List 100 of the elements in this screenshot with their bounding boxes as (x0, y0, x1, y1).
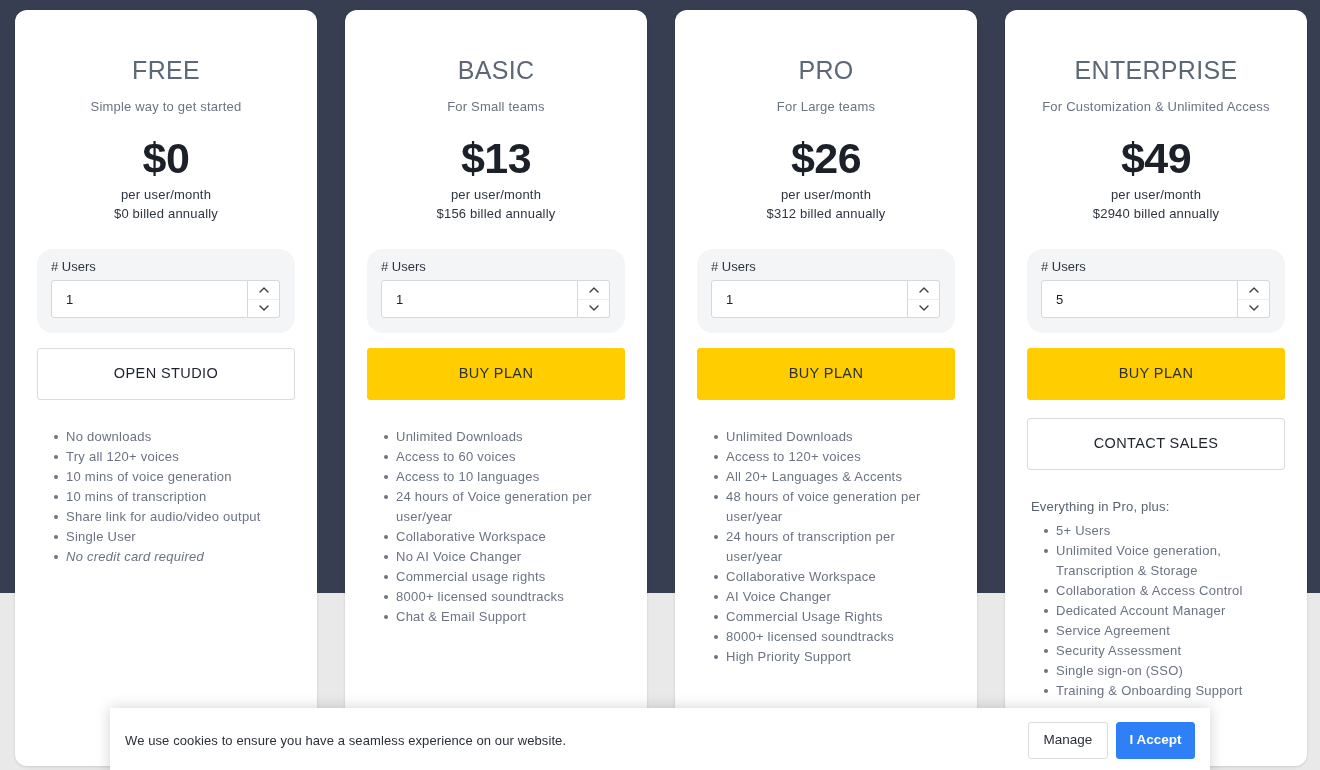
outline-button[interactable]: OPEN STUDIO (37, 348, 295, 400)
chevron-up-icon (588, 286, 599, 293)
feature-text: 24 hours of Voice generation per user/year (396, 488, 593, 526)
feature-text: Collaboration & Access Control (1056, 582, 1243, 600)
plan-name: BASIC (457, 55, 535, 86)
chevron-up-icon (1248, 286, 1259, 293)
bullet-icon (1044, 589, 1048, 593)
feature-text: 8000+ licensed soundtracks (396, 588, 565, 606)
bullet-icon (384, 475, 388, 479)
buy-plan-button[interactable]: BUY PLAN (1027, 348, 1285, 400)
feature-text: No credit card required (66, 548, 204, 566)
feature-text: AI Voice Changer (726, 588, 832, 606)
bullet-icon (384, 535, 388, 539)
users-input[interactable]: 1 (381, 280, 578, 318)
bullet-icon (1044, 629, 1048, 633)
bullet-icon (1044, 689, 1048, 693)
feature-text: 24 hours of transcription per user/year (726, 528, 897, 566)
bullet-icon (1044, 669, 1048, 673)
bullet-icon (54, 455, 58, 459)
bullet-icon (714, 435, 718, 439)
users-label: # Users (1041, 258, 1086, 276)
chevron-up-icon (918, 286, 929, 293)
bullet-icon (714, 455, 718, 459)
chevron-down-icon (588, 305, 599, 312)
bullet-icon (714, 475, 718, 479)
feature-text: Dedicated Account Manager (1056, 602, 1226, 620)
buy-plan-button[interactable]: BUY PLAN (697, 348, 955, 400)
feature-text: Unlimited Voice generation, Transcription & Storage (1056, 542, 1222, 580)
feature-text: Chat & Email Support (396, 608, 526, 626)
chevron-up-icon (258, 286, 269, 293)
feature-text: Access to 10 languages (396, 468, 540, 486)
feature-text: Access to 120+ voices (726, 448, 861, 466)
users-label: # Users (381, 258, 426, 276)
feature-text: Collaborative Workspace (396, 528, 547, 546)
plan-name: ENTERPRISE (1074, 55, 1238, 86)
bullet-icon (384, 575, 388, 579)
chevron-down-icon (918, 305, 929, 312)
feature-text: Single sign-on (SSO) (1056, 662, 1184, 680)
users-label: # Users (51, 258, 96, 276)
bullet-icon (54, 555, 58, 559)
accept-button[interactable]: I Accept (1116, 722, 1195, 759)
bullet-icon (1044, 529, 1048, 533)
bullet-icon (384, 615, 388, 619)
feature-text: 10 mins of voice generation (66, 468, 232, 486)
cookie-message: We use cookies to ensure you have a seamless experience on our website. (125, 731, 567, 750)
price: $26 (790, 134, 862, 182)
features-intro: Everything in Pro, plus: (1031, 498, 1170, 516)
bullet-icon (384, 595, 388, 599)
feature-text: Commercial Usage Rights (726, 608, 883, 626)
bullet-icon (714, 635, 718, 639)
annual-billing: $312 billed annually (766, 205, 886, 223)
bullet-icon (714, 535, 718, 539)
plan-tagline: For Large teams (776, 98, 876, 116)
feature-text: High Priority Support (726, 648, 852, 666)
plan-tagline: For Small teams (447, 98, 545, 116)
annual-billing: $2940 billed annually (1092, 205, 1220, 223)
feature-text: Unlimited Downloads (396, 428, 523, 446)
buy-plan-button[interactable]: BUY PLAN (367, 348, 625, 400)
feature-text: Share link for audio/video output (66, 508, 261, 526)
feature-text: All 20+ Languages & Accents (726, 468, 903, 486)
chevron-down-icon (1248, 305, 1259, 312)
users-input[interactable]: 1 (711, 280, 908, 318)
bullet-icon (1044, 549, 1048, 553)
feature-text: 5+ Users (1056, 522, 1111, 540)
bullet-icon (714, 655, 718, 659)
annual-billing: $0 billed annually (113, 205, 219, 223)
bullet-icon (54, 435, 58, 439)
feature-text: Security Assessment (1056, 642, 1182, 660)
outline-button[interactable]: CONTACT SALES (1027, 418, 1285, 470)
users-input[interactable]: 5 (1041, 280, 1238, 318)
feature-text: 8000+ licensed soundtracks (726, 628, 895, 646)
bullet-icon (714, 495, 718, 499)
price: $13 (460, 134, 532, 182)
bullet-icon (384, 435, 388, 439)
bullet-icon (714, 595, 718, 599)
plan-name: FREE (132, 55, 200, 86)
plan-tagline: Simple way to get started (90, 98, 242, 116)
bullet-icon (54, 535, 58, 539)
feature-text: Collaborative Workspace (726, 568, 877, 586)
feature-text: No downloads (66, 428, 152, 446)
bullet-icon (1044, 649, 1048, 653)
feature-text: 10 mins of transcription (66, 488, 207, 506)
feature-text: Single User (66, 528, 136, 546)
bullet-icon (54, 475, 58, 479)
bullet-icon (384, 495, 388, 499)
feature-text: No AI Voice Changer (396, 548, 522, 566)
feature-text: Commercial usage rights (396, 568, 546, 586)
price-period: per user/month (1110, 186, 1202, 204)
bullet-icon (384, 555, 388, 559)
bullet-icon (384, 455, 388, 459)
users-input[interactable]: 1 (51, 280, 248, 318)
bullet-icon (54, 515, 58, 519)
price-period: per user/month (120, 186, 212, 204)
bullet-icon (1044, 609, 1048, 613)
price: $0 (142, 134, 190, 182)
manage-button[interactable]: Manage (1028, 722, 1108, 759)
bullet-icon (54, 495, 58, 499)
feature-text: Unlimited Downloads (726, 428, 853, 446)
price-period: per user/month (450, 186, 542, 204)
feature-text: 48 hours of voice generation per user/year (726, 488, 922, 526)
